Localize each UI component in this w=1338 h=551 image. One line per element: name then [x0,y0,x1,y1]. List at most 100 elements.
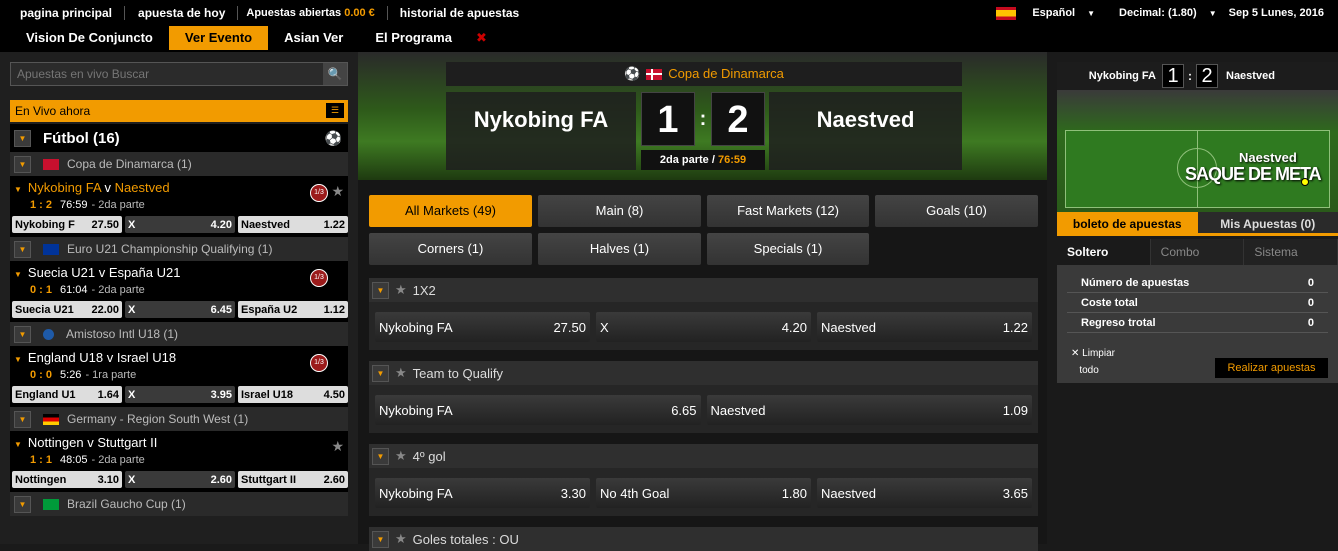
place-bet-button[interactable]: Realizar apuestas [1215,358,1328,378]
odds-button[interactable]: Naestved1.22 [238,216,348,233]
competition-row[interactable]: ▼ Euro U21 Championship Qualifying (1) [10,237,348,261]
star-icon[interactable]: ★ [395,282,407,298]
odds-button[interactable]: England U11.64 [12,386,122,403]
selection-button[interactable]: Nykobing FA3.30 [375,478,590,508]
chevron-down-icon[interactable]: ▼ [14,440,22,449]
odds-button[interactable]: X6.45 [125,301,235,318]
mini-away-score: 2 [1196,64,1218,88]
chevron-down-icon[interactable]: ▼ [14,241,31,258]
tab-my-bets[interactable]: Mis Apuestas (0) [1198,212,1338,233]
odds-label: Stuttgart II [241,474,296,486]
chevron-down-icon[interactable]: ▼ [14,130,31,147]
tab-halves[interactable]: Halves (1) [538,233,701,265]
no-sound-icon[interactable]: ✖ [476,26,487,50]
tab-asian-view[interactable]: Asian Ver [268,26,359,50]
live-events-list: ▼ Fútbol (16) ⚽ ▼ Copa de Dinamarca (1) … [10,124,348,516]
odds-button[interactable]: X3.95 [125,386,235,403]
star-icon[interactable]: ★ [395,531,407,547]
odds-label: X [128,219,135,231]
left-sidebar: 🔍 En Vivo ahora ☰ ▼ Fútbol (16) ⚽ ▼ Copa… [0,52,358,544]
live-pitch: Naestved SAQUE DE META [1057,90,1338,212]
chevron-down-icon[interactable]: ▼ [372,365,389,382]
chevron-down-icon[interactable]: ▼ [14,185,22,194]
match-card[interactable]: ▼Nykobing FA v Naestved 1 : 276:59- 2da … [10,176,348,237]
live-stats-icon[interactable]: 1/3 [310,184,328,202]
star-icon[interactable]: ★ [395,365,407,381]
chevron-down-icon[interactable]: ▼ [372,531,389,548]
competition-row[interactable]: ▼ Germany - Region South West (1) [10,407,348,431]
tab-corners[interactable]: Corners (1) [369,233,532,265]
odds-button[interactable]: España U21.12 [238,301,348,318]
odds-button[interactable]: X2.60 [125,471,235,488]
odds-button[interactable]: Stuttgart II2.60 [238,471,348,488]
mini-away-team: Naestved [1218,70,1275,82]
odds-button[interactable]: X 4.20 [125,216,235,233]
summary-value: 0 [1308,277,1314,289]
list-toggle-icon[interactable]: ☰ [326,103,344,118]
tab-goals[interactable]: Goals (10) [875,195,1038,227]
home-link[interactable]: pagina principal [0,6,125,20]
odds-value: 4.20 [211,219,232,231]
selection-odds: 3.30 [561,486,586,501]
match-card[interactable]: ▼Nottingen v Stuttgart II 1 : 148:05- 2d… [10,431,348,492]
selection-label: Naestved [821,486,876,501]
bet-history-link[interactable]: historial de apuestas [388,6,531,20]
live-search-input[interactable] [11,63,323,85]
selection-button[interactable]: Nykobing FA27.50 [375,312,590,342]
chevron-down-icon[interactable]: ▼ [14,496,31,513]
tab-combo[interactable]: Combo [1151,239,1245,265]
tab-system[interactable]: Sistema [1244,239,1338,265]
open-bets-link[interactable]: Apuestas abiertas 0.00 € [238,6,387,20]
todays-bets-link[interactable]: apuesta de hoy [125,6,238,20]
chevron-down-icon[interactable]: ▼ [14,411,31,428]
odds-label: España U2 [241,304,297,316]
ball-position-icon [1301,178,1309,186]
star-icon[interactable]: ★ [331,183,344,200]
selection-button[interactable]: No 4th Goal1.80 [596,478,811,508]
language-select[interactable]: Español▼ [996,7,1095,20]
star-icon[interactable]: ★ [395,448,407,464]
sport-header[interactable]: ▼ Fútbol (16) ⚽ [10,124,348,152]
match-time: 5:26 [60,369,81,381]
tab-event-view[interactable]: Ver Evento [169,26,268,50]
tab-all-markets[interactable]: All Markets (49) [369,195,532,227]
live-now-header[interactable]: En Vivo ahora ☰ [10,100,348,122]
tab-specials[interactable]: Specials (1) [707,233,869,265]
selection-button[interactable]: Naestved3.65 [817,478,1032,508]
odds-format-select[interactable]: Decimal: (1.80)▼ [1107,7,1217,19]
live-stats-icon[interactable]: 1/3 [310,269,328,287]
chevron-down-icon[interactable]: ▼ [14,355,22,364]
competition-row[interactable]: ▼ Copa de Dinamarca (1) [10,152,348,176]
tab-single[interactable]: Soltero [1057,239,1151,265]
chevron-down-icon[interactable]: ▼ [372,448,389,465]
tab-overview[interactable]: Vision De Conjuncto [0,26,169,50]
tab-schedule[interactable]: El Programa [359,26,468,50]
chevron-down-icon[interactable]: ▼ [372,282,389,299]
chevron-down-icon[interactable]: ▼ [14,156,31,173]
odds-button[interactable]: Nottingen3.10 [12,471,122,488]
live-stats-icon[interactable]: 1/3 [310,354,328,372]
competition-row[interactable]: ▼ Amistoso Intl U18 (1) [10,322,348,346]
odds-button[interactable]: Nykobing F27.50 [12,216,122,233]
selection-odds: 27.50 [553,320,586,335]
tab-betslip[interactable]: boleto de apuestas [1057,212,1198,233]
selection-button[interactable]: X4.20 [596,312,811,342]
competition-row[interactable]: ▼ Brazil Gaucho Cup (1) [10,492,348,516]
star-icon[interactable]: ★ [331,438,344,455]
clear-all-button[interactable]: ✕ Limpiar todo [1071,345,1115,379]
match-card[interactable]: ▼Suecia U21 v España U21 0 : 161:04- 2da… [10,261,348,322]
chevron-down-icon[interactable]: ▼ [14,326,31,343]
selection-button[interactable]: Nykobing FA6.65 [375,395,701,425]
sport-label: Fútbol (16) [43,130,120,147]
selection-button[interactable]: Naestved1.22 [817,312,1032,342]
tab-fast-markets[interactable]: Fast Markets (12) [707,195,869,227]
match-time: 61:04 [60,284,88,296]
search-icon[interactable]: 🔍 [323,63,347,85]
tab-main[interactable]: Main (8) [538,195,701,227]
odds-button[interactable]: Israel U184.50 [238,386,348,403]
chevron-down-icon[interactable]: ▼ [14,270,22,279]
selection-button[interactable]: Naestved1.09 [707,395,1033,425]
odds-label: England U1 [15,389,76,401]
match-card[interactable]: ▼England U18 v Israel U18 0 : 05:26- 1ra… [10,346,348,407]
odds-button[interactable]: Suecia U2122.00 [12,301,122,318]
